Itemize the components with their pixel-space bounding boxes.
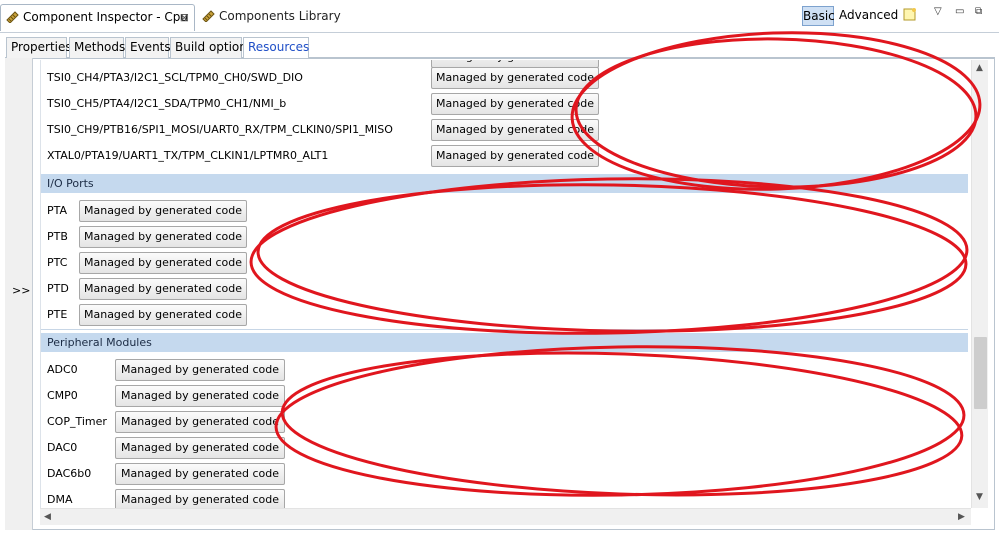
pin-label: TSI0_CH5/PTA4/I2C1_SDA/TPM0_CH1/NMI_b bbox=[47, 97, 287, 110]
managed-button[interactable]: Managed by generated code bbox=[115, 411, 285, 433]
section-peripheral-modules: Peripheral Modules bbox=[41, 333, 968, 352]
expand-label: >> bbox=[12, 284, 31, 297]
pin-label: TSI0_CH4/PTA3/I2C1_SCL/TPM0_CH0/SWD_DIO bbox=[47, 71, 303, 84]
managed-button[interactable]: Managed by generated code bbox=[115, 437, 285, 459]
managed-button[interactable]: Managed by generated code bbox=[115, 463, 285, 485]
pin-label: XTAL0/PTA19/UART1_TX/TPM_CLKIN1/LPTMR0_A… bbox=[47, 149, 329, 162]
inspector-tabs: Properties Methods Events Build options … bbox=[5, 35, 995, 59]
managed-button[interactable]: Managed by generated code bbox=[431, 119, 599, 141]
tab-components-library-label: Components Library bbox=[219, 9, 341, 23]
horizontal-scrollbar[interactable]: ◀ ▶ bbox=[40, 508, 971, 525]
module-label: CMP0 bbox=[47, 389, 78, 402]
tab-components-library[interactable]: Components Library bbox=[197, 4, 341, 31]
port-label: PTD bbox=[47, 282, 69, 295]
port-label: PTC bbox=[47, 256, 68, 269]
tab-resources[interactable]: Resources bbox=[243, 37, 309, 59]
managed-button[interactable]: Managed by generated code bbox=[115, 385, 285, 407]
scroll-left-icon[interactable]: ◀ bbox=[44, 512, 51, 522]
managed-button[interactable]: Managed by generated code bbox=[431, 145, 599, 167]
tab-methods[interactable]: Methods bbox=[69, 37, 125, 58]
port-label: PTB bbox=[47, 230, 68, 243]
tab-properties[interactable]: Properties bbox=[6, 37, 72, 58]
managed-button[interactable]: Managed by generated code bbox=[79, 226, 247, 248]
module-label: DAC6b0 bbox=[47, 467, 92, 480]
managed-button[interactable]: Managed by generated code bbox=[431, 67, 599, 89]
close-icon[interactable]: ⊠ bbox=[180, 5, 189, 30]
tab-build-options[interactable]: Build options bbox=[170, 37, 253, 58]
managed-button[interactable]: Managed by generated code bbox=[79, 304, 247, 326]
note-icon[interactable] bbox=[903, 7, 917, 21]
scroll-thumb[interactable] bbox=[974, 337, 987, 409]
maximize-icon[interactable]: ⧉ bbox=[975, 6, 982, 17]
port-label: PTA bbox=[47, 204, 68, 217]
managed-button[interactable]: Managed by generated code bbox=[79, 252, 247, 274]
module-label: DMA bbox=[47, 493, 73, 506]
pin-label: TSI0_CH9/PTB16/SPI1_MOSI/UART0_RX/TPM_CL… bbox=[47, 123, 393, 136]
module-label: COP_Timer bbox=[47, 415, 107, 428]
tab-component-inspector-label: Component Inspector - Cpu bbox=[23, 10, 189, 24]
scroll-right-icon[interactable]: ▶ bbox=[958, 512, 965, 522]
tab-component-inspector[interactable]: Component Inspector - Cpu ⊠ bbox=[0, 4, 195, 31]
managed-button[interactable]: Managed by generated code bbox=[115, 359, 285, 381]
vertical-scrollbar[interactable]: ▲ ▼ bbox=[971, 60, 988, 508]
component-icon bbox=[6, 11, 19, 23]
section-io-ports: I/O Ports bbox=[41, 174, 968, 193]
managed-button[interactable]: Managed by generated code bbox=[431, 93, 599, 115]
module-label: ADC0 bbox=[47, 363, 78, 376]
tab-events[interactable]: Events bbox=[125, 37, 171, 58]
module-label: DAC0 bbox=[47, 441, 78, 454]
scroll-up-icon[interactable]: ▲ bbox=[976, 63, 983, 73]
managed-button[interactable]: Managed by generated code bbox=[79, 278, 247, 300]
basic-mode-button[interactable]: Basic bbox=[802, 6, 835, 26]
component-icon bbox=[202, 10, 215, 22]
managed-button[interactable]: Managed by generated code bbox=[79, 200, 247, 222]
port-label: PTE bbox=[47, 308, 68, 321]
resources-list: Managed by generated code TSI0_CH4/PTA3/… bbox=[40, 60, 968, 512]
view-menu-icon[interactable]: ▽ bbox=[934, 6, 942, 17]
advanced-mode-button[interactable]: Advanced bbox=[839, 6, 898, 26]
expand-sidebar-button[interactable]: >> bbox=[5, 58, 33, 530]
scroll-down-icon[interactable]: ▼ bbox=[976, 492, 983, 502]
minimize-icon[interactable]: ▭ bbox=[955, 6, 964, 17]
view-tab-bar: Component Inspector - Cpu ⊠ Components L… bbox=[0, 0, 999, 33]
